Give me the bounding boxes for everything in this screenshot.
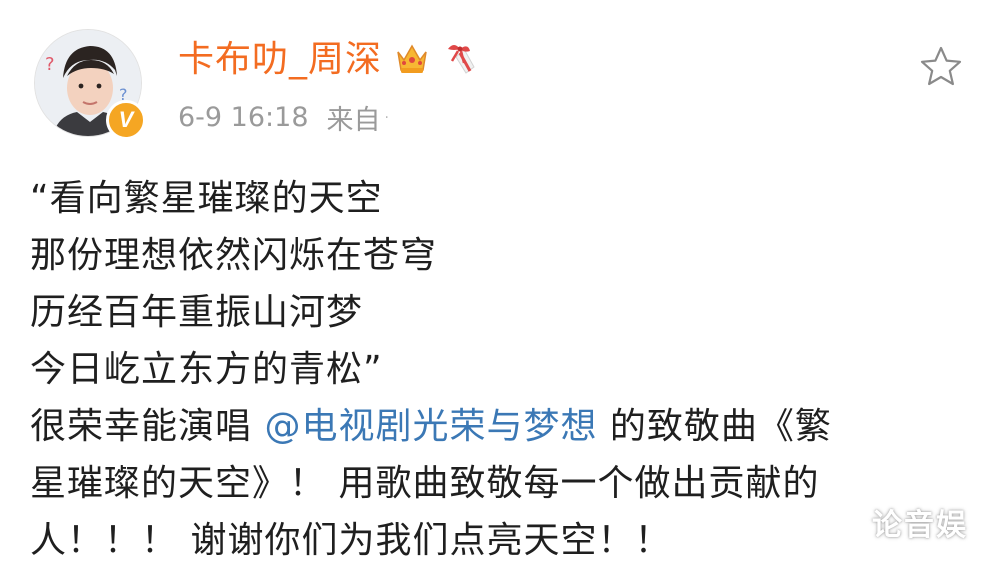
content-text-before-mention: 很荣幸能演唱: [30, 406, 265, 447]
content-text-after-mention: 的致敬曲《繁: [597, 406, 832, 447]
mention-link[interactable]: @电视剧光荣与梦想: [264, 406, 597, 447]
content-line: 今日屹立东方的青松”: [30, 349, 383, 390]
content-line-mention: 很荣幸能演唱 @电视剧光荣与梦想 的致敬曲《繁: [30, 398, 960, 455]
weibo-post: ? ? V 卡布叻_周深 6-9 16:18 来自 · “看向繁星璀璨的天空 那…: [0, 0, 1000, 562]
verified-mark: V: [118, 107, 134, 132]
post-time: 6-9 16:18: [178, 102, 309, 133]
author-name[interactable]: 卡布叻_周深: [178, 42, 382, 78]
gift-icon[interactable]: [442, 37, 484, 83]
author-row: 卡布叻_周深: [178, 35, 484, 85]
svg-text:?: ?: [45, 54, 55, 75]
star-icon: [920, 46, 962, 86]
meta-dot: ·: [384, 109, 389, 126]
avatar-container[interactable]: ? ? V: [35, 30, 147, 142]
post-source-label: 来自: [326, 105, 381, 136]
content-line: 那份理想依然闪烁在苍穹: [30, 235, 438, 276]
post-content: “看向繁星璀璨的天空 那份理想依然闪烁在苍穹 历经百年重振山河梦 今日屹立东方的…: [30, 170, 960, 569]
verified-badge: V: [106, 100, 146, 140]
content-line: 人！！！ 谢谢你们为我们点亮天空！！: [30, 520, 672, 561]
content-line: 星璀璨的天空》！ 用歌曲致敬每一个做出贡献的: [30, 463, 820, 504]
favorite-button[interactable]: [918, 44, 964, 90]
post-meta: 6-9 16:18 来自 ·: [178, 98, 389, 137]
content-line: 历经百年重振山河梦: [30, 292, 364, 333]
crown-icon[interactable]: [392, 38, 432, 82]
content-line: “看向繁星璀璨的天空: [30, 178, 383, 219]
watermark: 论音娱: [872, 508, 968, 543]
